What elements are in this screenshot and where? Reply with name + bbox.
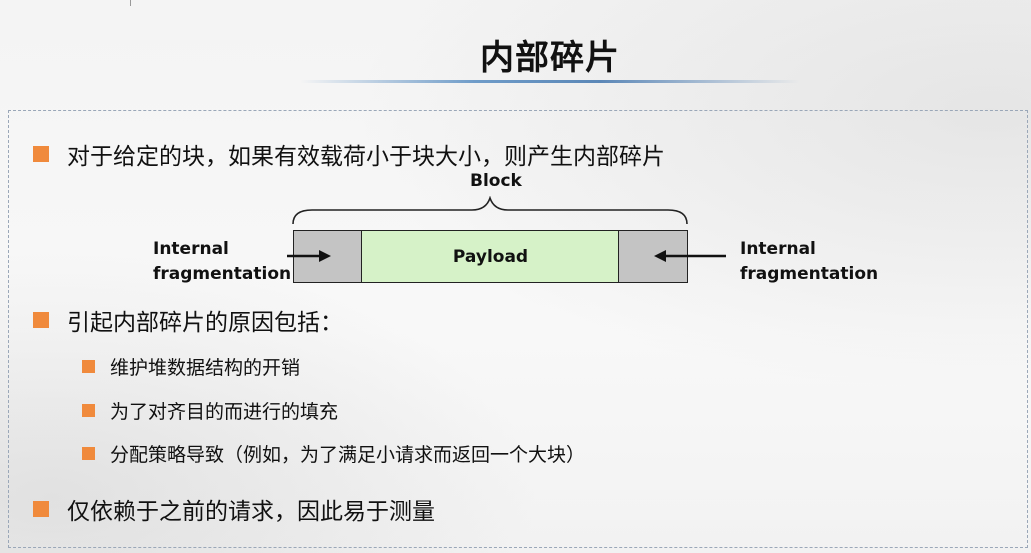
bullet-square-icon bbox=[82, 404, 95, 417]
slide-title: 内部碎片 bbox=[480, 38, 620, 78]
bullet-square-icon bbox=[82, 447, 95, 460]
bullet-square-icon bbox=[33, 312, 49, 328]
title-underline bbox=[300, 80, 800, 83]
bullet-square-icon bbox=[33, 146, 49, 162]
block-label: Block bbox=[470, 171, 522, 191]
bullet-square-icon bbox=[82, 360, 95, 373]
left-fragmentation-label: Internal fragmentation bbox=[153, 239, 292, 284]
sub-bullet-text: 分配策略导致（例如，为了满足小请求而返回一个大块） bbox=[110, 444, 586, 466]
sub-bullet-text: 为了对齐目的而进行的填充 bbox=[110, 401, 339, 423]
bullet-item: 引起内部碎片的原因包括： bbox=[33, 303, 343, 337]
block-brace bbox=[292, 196, 688, 225]
right-fragmentation-label: Internal fragmentation bbox=[740, 239, 879, 284]
right-arrow-icon bbox=[287, 250, 331, 262]
payload-label: Payload bbox=[452, 246, 529, 267]
bullet-text: 对于给定的块，如果有效载荷小于块大小，则产生内部碎片 bbox=[67, 144, 665, 170]
bullet-text: 仅依赖于之前的请求，因此易于测量 bbox=[67, 499, 435, 525]
left-arrow-icon bbox=[654, 250, 726, 262]
sub-bullet-item: 维护堆数据结构的开销 bbox=[82, 353, 300, 380]
sub-bullet-text: 维护堆数据结构的开销 bbox=[110, 357, 301, 379]
sub-bullet-item: 为了对齐目的而进行的填充 bbox=[82, 397, 338, 424]
bullet-item: 对于给定的块，如果有效载荷小于块大小，则产生内部碎片 bbox=[33, 137, 665, 171]
top-divider-tick bbox=[130, 0, 131, 6]
payload-cell: Payload bbox=[361, 230, 620, 283]
bullet-item: 仅依赖于之前的请求，因此易于测量 bbox=[33, 492, 435, 526]
sub-bullet-item: 分配策略导致（例如，为了满足小请求而返回一个大块） bbox=[82, 440, 585, 467]
bullet-square-icon bbox=[33, 501, 49, 517]
bullet-text: 引起内部碎片的原因包括： bbox=[67, 310, 343, 336]
